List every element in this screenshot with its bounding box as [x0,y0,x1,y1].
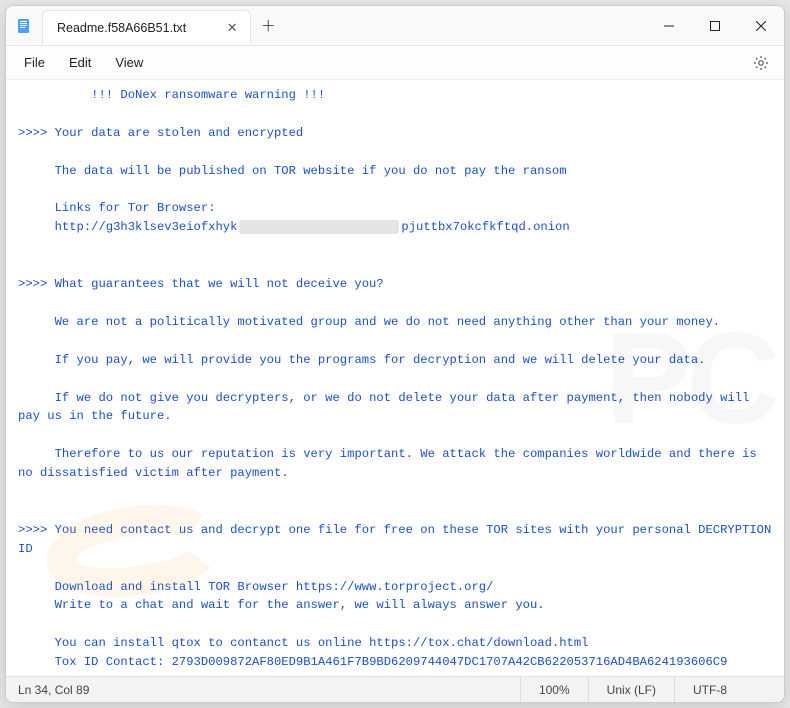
status-position: Ln 34, Col 89 [6,683,101,697]
status-lineending[interactable]: Unix (LF) [588,677,674,702]
menu-file[interactable]: File [12,49,57,76]
maximize-button[interactable] [692,6,738,46]
app-icon [6,6,42,45]
notepad-window: Readme.f58A66B51.txt ✕ ＋ File Edit View … [5,5,785,703]
status-zoom[interactable]: 100% [520,677,588,702]
tab-title: Readme.f58A66B51.txt [57,21,186,35]
minimize-button[interactable] [646,6,692,46]
titlebar: Readme.f58A66B51.txt ✕ ＋ [6,6,784,46]
tab-close-button[interactable]: ✕ [224,20,240,36]
statusbar: Ln 34, Col 89 100% Unix (LF) UTF-8 [6,676,784,702]
text-content[interactable]: !!! DoNex ransomware warning !!! >>>> Yo… [6,80,784,676]
close-button[interactable] [738,6,784,46]
window-controls [646,6,784,45]
settings-button[interactable] [744,49,778,77]
menu-view[interactable]: View [103,49,155,76]
editor-area[interactable]: PC !!! DoNex ransomware warning !!! >>>>… [6,80,784,676]
menu-edit[interactable]: Edit [57,49,103,76]
status-encoding[interactable]: UTF-8 [674,677,784,702]
tab-active[interactable]: Readme.f58A66B51.txt ✕ [42,10,251,45]
redacted-segment [239,220,399,234]
menubar: File Edit View [6,46,784,80]
new-tab-button[interactable]: ＋ [251,6,285,45]
